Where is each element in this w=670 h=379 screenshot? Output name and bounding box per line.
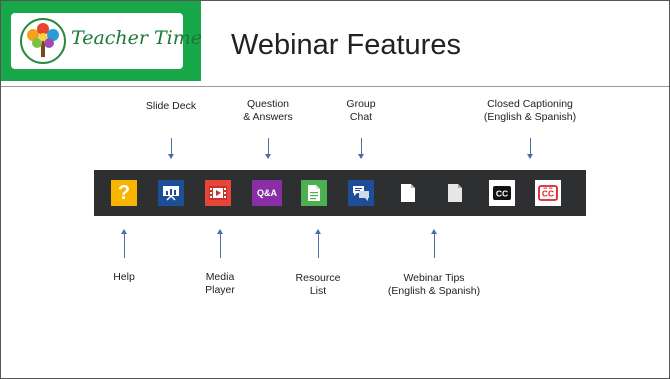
arrow-closed-captioning [526,138,533,159]
logo-band: Teacher Time [1,1,202,81]
arrow-question-answers [264,138,271,159]
question-answers-button[interactable]: Q&A [252,180,282,206]
logo-text: Teacher Time [71,27,203,49]
document-icon [308,185,320,201]
film-icon [209,186,227,200]
webinar-tips-spanish-button[interactable] [442,180,468,206]
chat-icon [353,186,369,201]
arrow-group-chat [357,138,364,159]
document-icon [448,184,462,202]
cc-spanish-glyph: CC [542,189,554,199]
question-icon: ? [117,182,131,204]
slide: Teacher Time Webinar Features Slide Deck… [0,0,670,379]
presentation-icon [163,186,179,201]
slide-deck-button[interactable] [158,180,184,206]
label-group-chat: Group Chat [346,98,376,123]
document-icon [401,184,415,202]
title-divider [1,86,669,87]
logo: Teacher Time [11,13,202,69]
cc-english-glyph: CC [496,189,508,199]
resource-list-button[interactable] [301,180,327,206]
cc-icon: CC [538,185,558,201]
closed-captioning-english-button[interactable]: CC [489,180,515,206]
arrow-media-player [216,229,223,258]
group-chat-button[interactable] [348,180,374,206]
page-title: Webinar Features [231,29,461,61]
arrow-webinar-tips [430,229,437,258]
closed-captioning-spanish-button[interactable]: CC [535,180,561,206]
webinar-toolbar: ? Q&A CC CC [94,170,586,216]
arrow-resource-list [314,229,321,258]
label-webinar-tips: Webinar Tips (English & Spanish) [387,272,481,297]
cc-icon: CC [493,186,511,200]
media-player-button[interactable] [205,180,231,206]
tree-icon [20,18,66,64]
help-button[interactable]: ? [111,180,137,206]
arrow-help [120,229,127,258]
label-closed-captioning: Closed Captioning (English & Spanish) [483,98,577,123]
arrow-slide-deck [167,138,174,159]
webinar-tips-english-button[interactable] [395,180,421,206]
qa-icon: Q&A [257,188,277,198]
